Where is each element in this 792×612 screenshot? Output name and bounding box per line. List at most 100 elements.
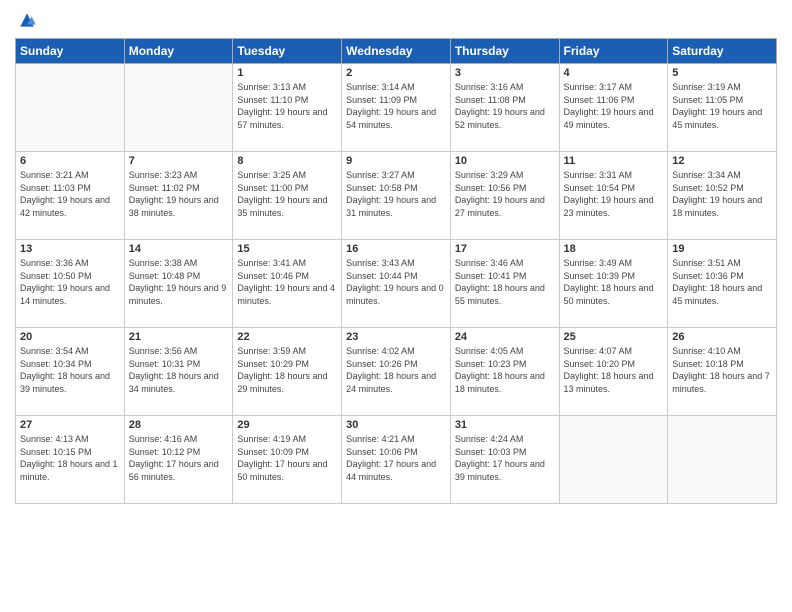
day-info: Sunrise: 3:23 AM Sunset: 11:02 PM Daylig… [129,169,229,219]
day-info: Sunrise: 3:21 AM Sunset: 11:03 PM Daylig… [20,169,120,219]
calendar-cell: 26 Sunrise: 4:10 AM Sunset: 10:18 PM Dayl… [668,328,777,416]
calendar-cell: 19Sunrise: 3:51 AM Sunset: 10:36 PM Dayl… [668,240,777,328]
day-info: Sunrise: 3:56 AM Sunset: 10:31 PM Daylig… [129,345,229,395]
calendar-cell: 30Sunrise: 4:21 AM Sunset: 10:06 PM Dayl… [342,416,451,504]
day-info: Sunrise: 3:17 AM Sunset: 11:06 PM Daylig… [564,81,664,131]
day-info: Sunrise: 4:05 AM Sunset: 10:23 PM Daylig… [455,345,555,395]
day-number: 20 [20,331,120,343]
calendar-cell: 21 Sunrise: 3:56 AM Sunset: 10:31 PM Dayl… [124,328,233,416]
header [15,10,777,30]
calendar-cell: 29 Sunrise: 4:19 AM Sunset: 10:09 PM Dayl… [233,416,342,504]
calendar-header-tuesday: Tuesday [233,39,342,64]
day-info: Sunrise: 4:19 AM Sunset: 10:09 PM Daylig… [237,433,337,483]
day-number: 23 [346,331,446,343]
day-number: 14 [129,243,229,255]
day-number: 7 [129,155,229,167]
calendar-week-row: 13 Sunrise: 3:36 AM Sunset: 10:50 PM Dayl… [16,240,777,328]
calendar-cell: 12 Sunrise: 3:34 AM Sunset: 10:52 PM Dayl… [668,152,777,240]
day-info: Sunrise: 3:36 AM Sunset: 10:50 PM Daylig… [20,257,120,307]
calendar-cell: 10 Sunrise: 3:29 AM Sunset: 10:56 PM Dayl… [450,152,559,240]
day-number: 1 [237,67,337,79]
day-number: 6 [20,155,120,167]
day-info: Sunrise: 3:54 AM Sunset: 10:34 PM Daylig… [20,345,120,395]
day-number: 27 [20,419,120,431]
day-number: 13 [20,243,120,255]
calendar-cell: 16 Sunrise: 3:43 AM Sunset: 10:44 PM Dayl… [342,240,451,328]
day-number: 22 [237,331,337,343]
day-info: Sunrise: 4:16 AM Sunset: 10:12 PM Daylig… [129,433,229,483]
day-info: Sunrise: 3:27 AM Sunset: 10:58 PM Daylig… [346,169,446,219]
calendar-cell: 6 Sunrise: 3:21 AM Sunset: 11:03 PM Dayli… [16,152,125,240]
calendar-cell: 31 Sunrise: 4:24 AM Sunset: 10:03 PM Dayl… [450,416,559,504]
calendar-week-row: 6 Sunrise: 3:21 AM Sunset: 11:03 PM Dayli… [16,152,777,240]
day-info: Sunrise: 3:25 AM Sunset: 11:00 PM Daylig… [237,169,337,219]
calendar-header-monday: Monday [124,39,233,64]
calendar-cell: 4 Sunrise: 3:17 AM Sunset: 11:06 PM Dayli… [559,64,668,152]
day-info: Sunrise: 3:13 AM Sunset: 11:10 PM Daylig… [237,81,337,131]
calendar-cell [124,64,233,152]
calendar-cell: 23 Sunrise: 4:02 AM Sunset: 10:26 PM Dayl… [342,328,451,416]
calendar-cell: 25 Sunrise: 4:07 AM Sunset: 10:20 PM Dayl… [559,328,668,416]
day-number: 21 [129,331,229,343]
calendar-cell: 1 Sunrise: 3:13 AM Sunset: 11:10 PM Dayli… [233,64,342,152]
calendar-header-row: SundayMondayTuesdayWednesdayThursdayFrid… [16,39,777,64]
day-number: 12 [672,155,772,167]
calendar-week-row: 20 Sunrise: 3:54 AM Sunset: 10:34 PM Dayl… [16,328,777,416]
calendar-header-saturday: Saturday [668,39,777,64]
day-number: 3 [455,67,555,79]
calendar-cell: 9 Sunrise: 3:27 AM Sunset: 10:58 PM Dayli… [342,152,451,240]
day-info: Sunrise: 3:43 AM Sunset: 10:44 PM Daylig… [346,257,446,307]
calendar-cell: 22 Sunrise: 3:59 AM Sunset: 10:29 PM Dayl… [233,328,342,416]
calendar-cell: 14 Sunrise: 3:38 AM Sunset: 10:48 PM Dayl… [124,240,233,328]
calendar-cell: 2 Sunrise: 3:14 AM Sunset: 11:09 PM Dayli… [342,64,451,152]
calendar-cell: 27 Sunrise: 4:13 AM Sunset: 10:15 PM Dayl… [16,416,125,504]
calendar-cell: 8Sunrise: 3:25 AM Sunset: 11:00 PM Dayli… [233,152,342,240]
day-info: Sunrise: 4:13 AM Sunset: 10:15 PM Daylig… [20,433,120,483]
day-number: 4 [564,67,664,79]
calendar-header-sunday: Sunday [16,39,125,64]
calendar-cell [559,416,668,504]
day-info: Sunrise: 3:14 AM Sunset: 11:09 PM Daylig… [346,81,446,131]
calendar-header-thursday: Thursday [450,39,559,64]
day-number: 17 [455,243,555,255]
day-number: 2 [346,67,446,79]
day-info: Sunrise: 3:31 AM Sunset: 10:54 PM Daylig… [564,169,664,219]
calendar-cell: 5Sunrise: 3:19 AM Sunset: 11:05 PM Dayli… [668,64,777,152]
day-info: Sunrise: 3:49 AM Sunset: 10:39 PM Daylig… [564,257,664,307]
calendar-header-friday: Friday [559,39,668,64]
day-info: Sunrise: 3:34 AM Sunset: 10:52 PM Daylig… [672,169,772,219]
calendar-cell: 11Sunrise: 3:31 AM Sunset: 10:54 PM Dayl… [559,152,668,240]
calendar-table: SundayMondayTuesdayWednesdayThursdayFrid… [15,38,777,504]
calendar-cell: 20 Sunrise: 3:54 AM Sunset: 10:34 PM Dayl… [16,328,125,416]
day-number: 25 [564,331,664,343]
day-info: Sunrise: 4:21 AM Sunset: 10:06 PM Daylig… [346,433,446,483]
day-number: 28 [129,419,229,431]
day-number: 24 [455,331,555,343]
day-info: Sunrise: 4:10 AM Sunset: 10:18 PM Daylig… [672,345,772,395]
day-info: Sunrise: 4:07 AM Sunset: 10:20 PM Daylig… [564,345,664,395]
day-number: 31 [455,419,555,431]
day-number: 26 [672,331,772,343]
day-info: Sunrise: 4:02 AM Sunset: 10:26 PM Daylig… [346,345,446,395]
calendar-cell: 15 Sunrise: 3:41 AM Sunset: 10:46 PM Dayl… [233,240,342,328]
day-info: Sunrise: 3:19 AM Sunset: 11:05 PM Daylig… [672,81,772,131]
day-number: 29 [237,419,337,431]
day-info: Sunrise: 3:16 AM Sunset: 11:08 PM Daylig… [455,81,555,131]
logo [15,10,37,30]
day-info: Sunrise: 3:29 AM Sunset: 10:56 PM Daylig… [455,169,555,219]
day-info: Sunrise: 3:38 AM Sunset: 10:48 PM Daylig… [129,257,229,307]
calendar-header-wednesday: Wednesday [342,39,451,64]
day-number: 19 [672,243,772,255]
calendar-cell: 3 Sunrise: 3:16 AM Sunset: 11:08 PM Dayli… [450,64,559,152]
day-number: 16 [346,243,446,255]
calendar-cell: 24 Sunrise: 4:05 AM Sunset: 10:23 PM Dayl… [450,328,559,416]
day-info: Sunrise: 3:59 AM Sunset: 10:29 PM Daylig… [237,345,337,395]
day-number: 15 [237,243,337,255]
day-number: 10 [455,155,555,167]
day-number: 9 [346,155,446,167]
day-info: Sunrise: 4:24 AM Sunset: 10:03 PM Daylig… [455,433,555,483]
calendar-cell [668,416,777,504]
day-info: Sunrise: 3:41 AM Sunset: 10:46 PM Daylig… [237,257,337,307]
calendar-week-row: 1 Sunrise: 3:13 AM Sunset: 11:10 PM Dayli… [16,64,777,152]
calendar-cell: 7 Sunrise: 3:23 AM Sunset: 11:02 PM Dayli… [124,152,233,240]
